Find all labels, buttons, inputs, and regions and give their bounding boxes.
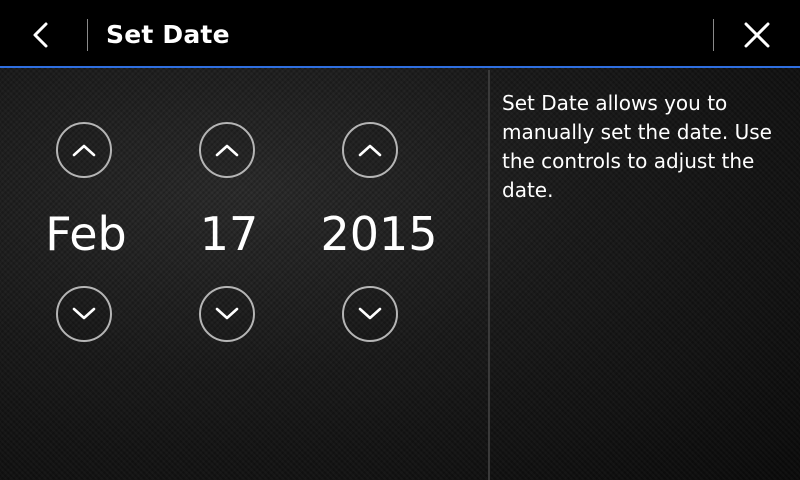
chevron-up-icon (358, 144, 382, 157)
page-title: Set Date (106, 20, 230, 49)
panel-divider (488, 70, 490, 480)
year-increment-button[interactable] (342, 122, 398, 178)
day-increment-button[interactable] (199, 122, 255, 178)
month-increment-button[interactable] (56, 122, 112, 178)
year-picker: 2015 (292, 70, 452, 370)
chevron-up-icon (215, 144, 239, 157)
month-picker: Feb (6, 70, 166, 370)
close-button[interactable] (734, 12, 780, 58)
chevron-down-icon (358, 307, 382, 320)
header-divider-right (713, 19, 714, 51)
header-divider-left (87, 19, 88, 51)
day-value: 17 (199, 207, 259, 261)
day-decrement-button[interactable] (199, 286, 255, 342)
chevron-left-icon (33, 22, 48, 48)
set-date-screen: Set Date Feb 17 2015 Set Date allows you… (0, 0, 800, 480)
month-value: Feb (45, 207, 127, 261)
header-bar: Set Date (0, 0, 800, 68)
chevron-down-icon (215, 307, 239, 320)
chevron-up-icon (72, 144, 96, 157)
back-button[interactable] (18, 12, 64, 58)
year-decrement-button[interactable] (342, 286, 398, 342)
day-picker: 17 (149, 70, 309, 370)
year-value: 2015 (320, 207, 438, 261)
chevron-down-icon (72, 307, 96, 320)
close-icon (744, 22, 770, 48)
month-decrement-button[interactable] (56, 286, 112, 342)
help-text: Set Date allows you to manually set the … (502, 91, 772, 202)
